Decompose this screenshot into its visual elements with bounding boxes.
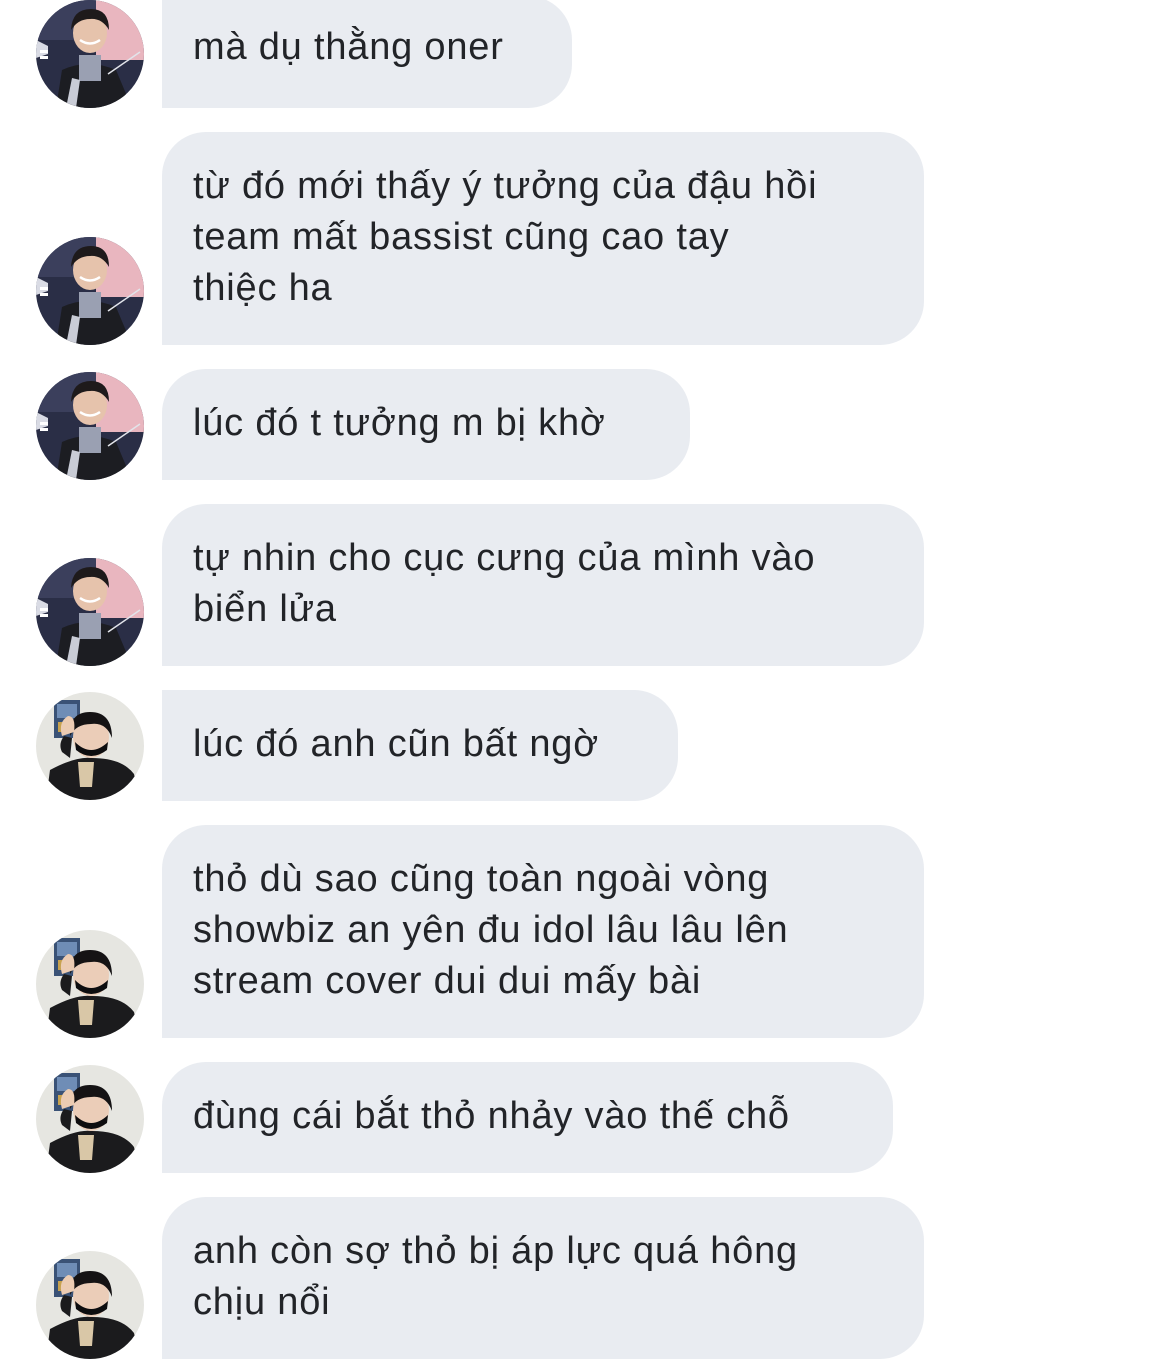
message-bubble[interactable]: lúc đó anh cũn bất ngờ	[162, 690, 678, 801]
avatar[interactable]	[36, 372, 144, 480]
avatar[interactable]	[36, 237, 144, 345]
message-bubble[interactable]: anh còn sợ thỏ bị áp lực quá hông chịu n…	[162, 1197, 924, 1359]
profile-photo-icon	[36, 692, 144, 800]
profile-photo-icon	[36, 1251, 144, 1359]
avatar[interactable]	[36, 930, 144, 1038]
avatar[interactable]	[36, 1251, 144, 1359]
profile-photo-icon	[36, 930, 144, 1038]
profile-photo-icon	[36, 1065, 144, 1173]
avatar[interactable]	[36, 0, 144, 108]
avatar[interactable]	[36, 558, 144, 666]
message-bubble[interactable]: tự nhin cho cục cưng của mình vào biển l…	[162, 504, 924, 666]
avatar[interactable]	[36, 1065, 144, 1173]
profile-photo-icon	[36, 558, 144, 666]
message-bubble[interactable]: đùng cái bắt thỏ nhảy vào thế chỗ	[162, 1062, 893, 1173]
message-thread: mà dụ thằng oner từ đó mới thấy ý tưởng …	[0, 0, 1170, 1367]
profile-photo-icon	[36, 372, 144, 480]
profile-photo-icon	[36, 237, 144, 345]
message-bubble[interactable]: mà dụ thằng oner	[162, 0, 572, 108]
profile-photo-icon	[36, 0, 144, 108]
message-bubble[interactable]: thỏ dù sao cũng toàn ngoài vòng showbiz …	[162, 825, 924, 1038]
message-bubble[interactable]: lúc đó t tưởng m bị khờ	[162, 369, 690, 480]
avatar[interactable]	[36, 692, 144, 800]
message-bubble[interactable]: từ đó mới thấy ý tưởng của đậu hồi team …	[162, 132, 924, 345]
